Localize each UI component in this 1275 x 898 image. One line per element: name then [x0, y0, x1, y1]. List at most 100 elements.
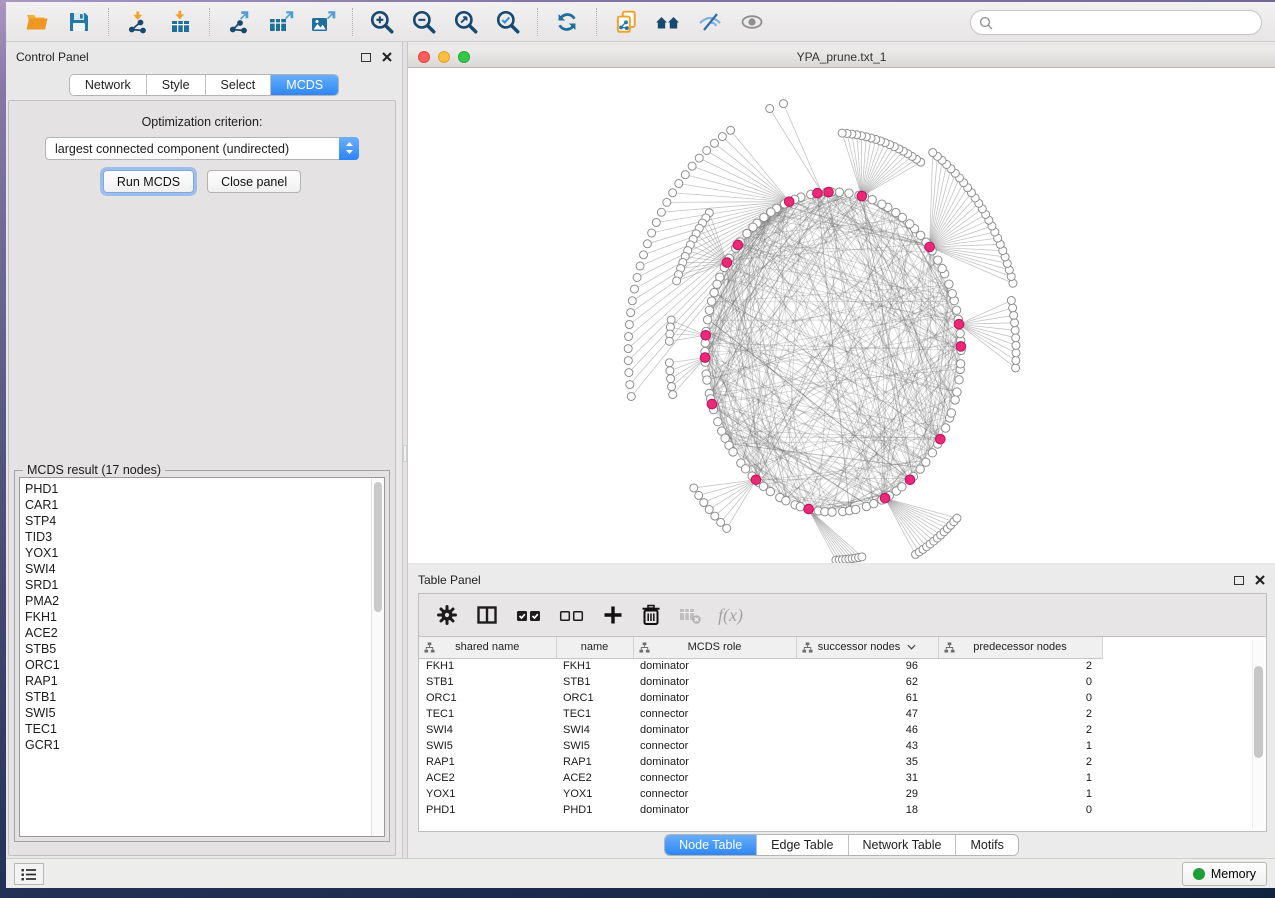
table-cell: dominator — [633, 674, 796, 690]
mcds-result-item[interactable]: CAR1 — [25, 497, 384, 513]
table-row[interactable]: FKH1FKH1dominator962 — [419, 658, 1102, 674]
export-image-button[interactable] — [305, 6, 341, 38]
settings-gear-button[interactable] — [435, 603, 459, 627]
add-plus-button[interactable] — [601, 603, 625, 627]
close-panel-icon[interactable] — [382, 52, 392, 62]
eye-hidden-button[interactable] — [692, 6, 728, 38]
export-table-button[interactable] — [263, 6, 299, 38]
table-row[interactable]: YOX1YOX1connector291 — [419, 786, 1102, 802]
criterion-select[interactable]: largest connected component (undirected) — [45, 137, 359, 160]
mcds-result-item[interactable]: PMA2 — [25, 593, 384, 609]
tab-mcds[interactable]: MCDS — [271, 75, 338, 95]
close-panel-button[interactable]: Close panel — [207, 170, 301, 193]
memory-button[interactable]: Memory — [1182, 862, 1267, 886]
unchecked-pair-button[interactable] — [558, 603, 586, 627]
control-panel-title: Control Panel — [16, 50, 89, 64]
tab-node-table[interactable]: Node Table — [665, 835, 757, 855]
save-floppy-button[interactable] — [61, 6, 97, 38]
network-canvas[interactable] — [408, 68, 1275, 563]
optimization-criterion-label: Optimization criterion: — [9, 115, 395, 129]
tab-edge-table[interactable]: Edge Table — [757, 835, 848, 855]
tab-select[interactable]: Select — [206, 75, 272, 95]
table-cell: STB1 — [419, 674, 556, 690]
checked-pair-button[interactable] — [515, 603, 543, 627]
table-row[interactable]: PHD1PHD1dominator180 — [419, 802, 1102, 818]
run-mcds-button[interactable]: Run MCDS — [103, 170, 194, 193]
mcds-result-item[interactable]: STP4 — [25, 513, 384, 529]
table-cell: 31 — [796, 770, 938, 786]
mcds-result-item[interactable]: SRD1 — [25, 577, 384, 593]
mcds-result-item[interactable]: RAP1 — [25, 673, 384, 689]
close-table-panel-icon[interactable] — [1255, 575, 1265, 585]
status-bar: Memory — [6, 858, 1275, 888]
open-folder-button[interactable] — [19, 6, 55, 38]
mcds-result-item[interactable]: YOX1 — [25, 545, 384, 561]
table-cell: TEC1 — [556, 706, 633, 722]
tab-network-table[interactable]: Network Table — [849, 835, 957, 855]
table-row[interactable]: RAP1RAP1dominator352 — [419, 754, 1102, 770]
column-header[interactable]: shared name — [419, 637, 556, 658]
sort-desc-icon — [907, 644, 916, 650]
column-header[interactable]: MCDS role — [633, 637, 796, 658]
eye-shown-button[interactable] — [734, 6, 770, 38]
search-input[interactable] — [998, 13, 1261, 33]
mcds-result-item[interactable]: STB5 — [25, 641, 384, 657]
search-box[interactable] — [970, 10, 1262, 35]
mcds-result-item[interactable]: SWI4 — [25, 561, 384, 577]
tab-motifs[interactable]: Motifs — [956, 835, 1017, 855]
zoom-selected-button[interactable] — [490, 6, 526, 38]
toolbar-separator — [209, 8, 210, 36]
mcds-list-scrollbar[interactable] — [371, 478, 384, 836]
task-history-button[interactable] — [14, 863, 44, 885]
houses-button[interactable] — [650, 6, 686, 38]
mcds-result-item[interactable]: ACE2 — [25, 625, 384, 641]
float-panel-icon[interactable] — [361, 53, 371, 62]
tab-network[interactable]: Network — [70, 75, 147, 95]
table-row[interactable]: SWI5SWI5connector431 — [419, 738, 1102, 754]
table-row[interactable]: TEC1TEC1connector472 — [419, 706, 1102, 722]
memory-status-icon — [1193, 868, 1205, 880]
column-header[interactable]: name — [556, 637, 633, 658]
refresh-button[interactable] — [549, 6, 585, 38]
hierarchy-icon — [424, 642, 435, 653]
delete-table-icon — [677, 603, 703, 627]
network-svg — [408, 68, 1275, 563]
table-row[interactable]: ORC1ORC1dominator610 — [419, 690, 1102, 706]
mcds-result-item[interactable]: ORC1 — [25, 657, 384, 673]
column-header[interactable]: predecessor nodes — [938, 637, 1102, 658]
copy-network-button[interactable] — [608, 6, 644, 38]
table-row[interactable]: ACE2ACE2connector311 — [419, 770, 1102, 786]
node-table-header[interactable]: shared namenameMCDS rolesuccessor nodesp… — [419, 637, 1102, 658]
table-cell: 47 — [796, 706, 938, 722]
zoom-out-button[interactable] — [406, 6, 442, 38]
settings-gear-icon — [435, 603, 459, 627]
table-cell: 61 — [796, 690, 938, 706]
mcds-result-item[interactable]: STB1 — [25, 689, 384, 705]
control-panel: Control Panel Network Style Select MCDS … — [6, 42, 402, 858]
mcds-result-item[interactable]: TID3 — [25, 529, 384, 545]
trash-button[interactable] — [640, 603, 662, 627]
mcds-result-item[interactable]: FKH1 — [25, 609, 384, 625]
table-cell: 43 — [796, 738, 938, 754]
mcds-result-item[interactable]: TEC1 — [25, 721, 384, 737]
mcds-result-item[interactable]: GCR1 — [25, 737, 384, 753]
columns-button[interactable] — [474, 603, 500, 627]
mcds-result-item[interactable]: PHD1 — [25, 481, 384, 497]
import-network-button[interactable] — [120, 6, 156, 38]
delete-table-button — [677, 603, 703, 627]
table-row[interactable]: STB1STB1dominator620 — [419, 674, 1102, 690]
mcds-result-item[interactable]: SWI5 — [25, 705, 384, 721]
zoom-fit-button[interactable] — [448, 6, 484, 38]
export-network-button[interactable] — [221, 6, 257, 38]
mcds-result-list[interactable]: PHD1CAR1STP4TID3YOX1SWI4SRD1PMA2FKH1ACE2… — [19, 477, 385, 837]
table-scrollbar[interactable] — [1252, 640, 1264, 828]
table-row[interactable]: SWI4SWI4dominator462 — [419, 722, 1102, 738]
zoom-in-button[interactable] — [364, 6, 400, 38]
import-table-button[interactable] — [162, 6, 198, 38]
table-cell: 1 — [938, 738, 1102, 754]
tab-style[interactable]: Style — [147, 75, 206, 95]
splitter-handle[interactable] — [403, 445, 407, 462]
table-cell: 1 — [938, 786, 1102, 802]
float-table-panel-icon[interactable] — [1234, 576, 1244, 585]
column-header[interactable]: successor nodes — [796, 637, 938, 658]
